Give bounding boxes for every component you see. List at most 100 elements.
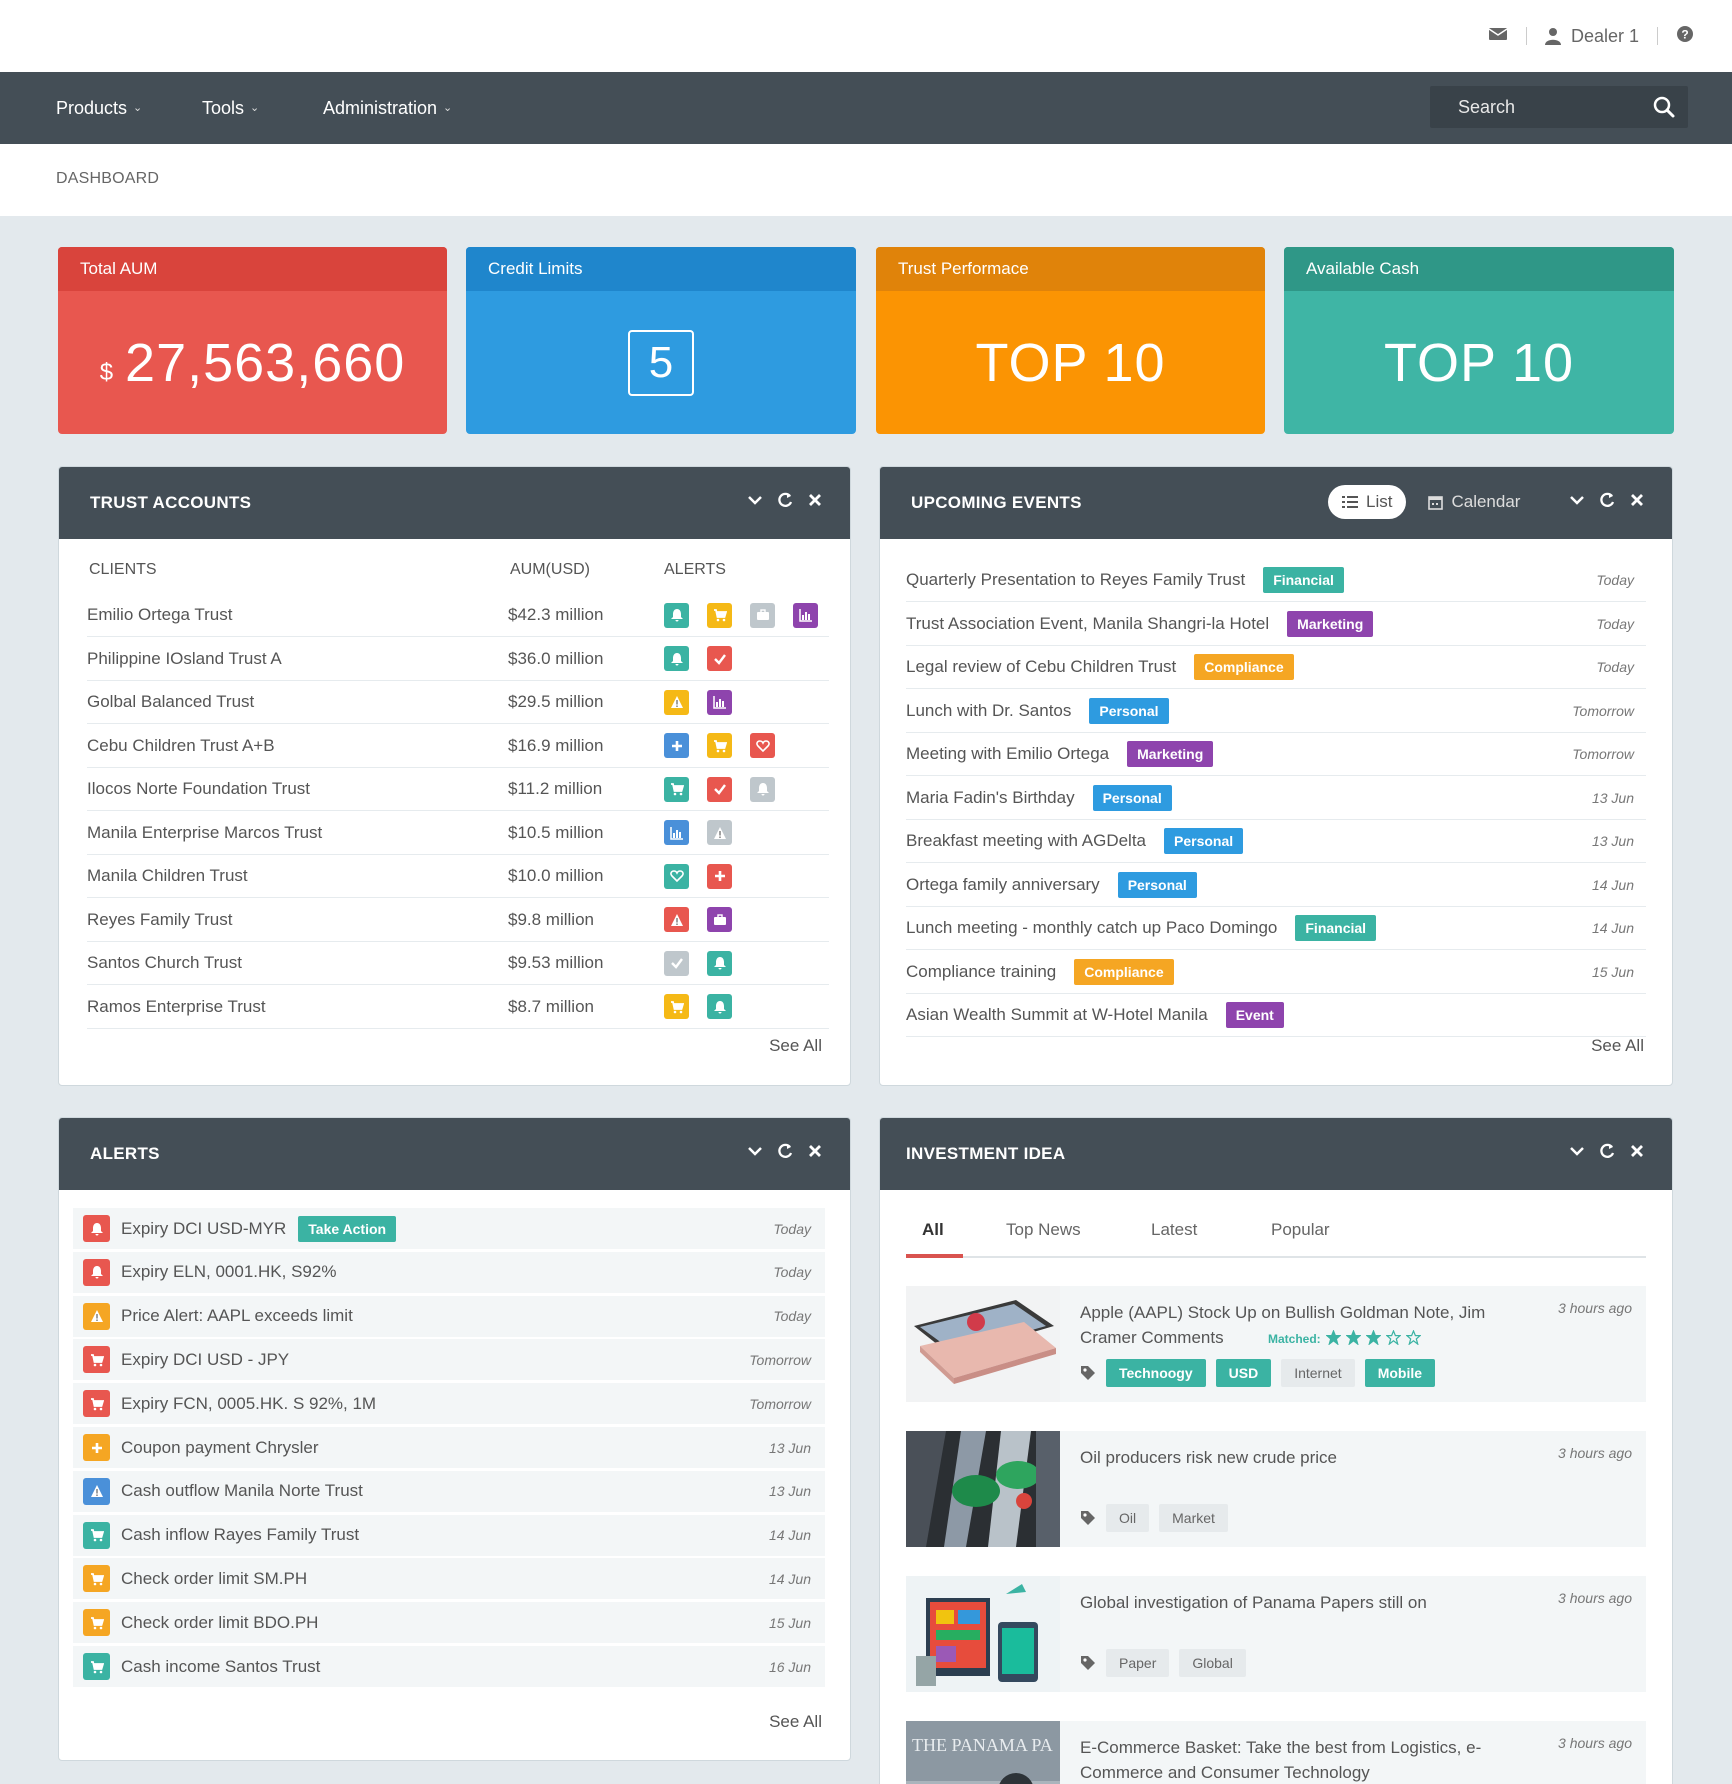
- client-name[interactable]: Reyes Family Trust: [87, 910, 232, 930]
- chart-icon[interactable]: [664, 820, 689, 845]
- tag-chip[interactable]: Oil: [1106, 1504, 1150, 1532]
- table-row[interactable]: Manila Enterprise Marcos Trust $10.5 mill…: [87, 812, 829, 855]
- table-row[interactable]: Ilocos Norte Foundation Trust $11.2 milli…: [87, 768, 829, 811]
- heart-icon[interactable]: [750, 733, 775, 758]
- tag-chip[interactable]: Paper: [1106, 1649, 1170, 1677]
- alert-row[interactable]: Coupon payment Chrysler 13 Jun: [73, 1427, 825, 1468]
- event-row[interactable]: Ortega family anniversary Personal 14 Jun: [906, 864, 1646, 907]
- table-row[interactable]: Reyes Family Trust $9.8 million: [87, 899, 829, 942]
- calendar-view-button[interactable]: Calendar: [1414, 485, 1534, 519]
- collapse-icon[interactable]: [1568, 491, 1586, 509]
- alert-row[interactable]: Cash inflow Rayes Family Trust 14 Jun: [73, 1514, 825, 1556]
- alert-row[interactable]: Price Alert: AAPL exceeds limit Today: [73, 1295, 825, 1337]
- nav-tools[interactable]: Tools ⌄: [202, 72, 259, 144]
- news-item[interactable]: Apple (AAPL) Stock Up on Bullish Goldman…: [906, 1286, 1646, 1402]
- table-row[interactable]: Golbal Balanced Trust $29.5 million: [87, 681, 829, 724]
- event-tag[interactable]: Personal: [1089, 697, 1169, 724]
- alert-row[interactable]: Expiry ELN, 0001.HK, S92% Today: [73, 1251, 825, 1293]
- event-tag[interactable]: Personal: [1117, 871, 1197, 898]
- close-icon[interactable]: [1628, 1142, 1646, 1160]
- event-title[interactable]: Quarterly Presentation to Reyes Family T…: [906, 570, 1245, 590]
- stat-card-total-aum[interactable]: Total AUM $ 27,563,660: [58, 247, 447, 434]
- tag-chip[interactable]: USD: [1215, 1359, 1272, 1387]
- collapse-icon[interactable]: [1568, 1142, 1586, 1160]
- mail-icon[interactable]: [1488, 26, 1508, 47]
- nav-products[interactable]: Products ⌄: [56, 72, 142, 144]
- event-tag[interactable]: Personal: [1092, 784, 1172, 811]
- tab-popular[interactable]: Popular: [1271, 1220, 1330, 1240]
- client-name[interactable]: Manila Enterprise Marcos Trust: [87, 823, 322, 843]
- news-item[interactable]: THE PANAMA PA E-Commerce Basket: Take th…: [906, 1721, 1646, 1784]
- event-row[interactable]: Legal review of Cebu Children Trust Compl…: [906, 646, 1646, 689]
- close-icon[interactable]: [806, 491, 824, 509]
- table-row[interactable]: Manila Children Trust $10.0 million: [87, 855, 829, 898]
- briefcase-icon[interactable]: [707, 907, 732, 932]
- close-icon[interactable]: [806, 1142, 824, 1160]
- event-title[interactable]: Trust Association Event, Manila Shangri-…: [906, 614, 1269, 634]
- event-title[interactable]: Compliance training: [906, 962, 1056, 982]
- cart-icon[interactable]: [707, 733, 732, 758]
- event-title[interactable]: Breakfast meeting with AGDelta: [906, 831, 1146, 851]
- client-name[interactable]: Golbal Balanced Trust: [87, 692, 254, 712]
- event-tag[interactable]: Financial: [1295, 915, 1377, 941]
- alert-row[interactable]: Expiry DCI USD - JPY Tomorrow: [73, 1339, 825, 1381]
- chart-icon[interactable]: [707, 689, 732, 715]
- refresh-icon[interactable]: [776, 1142, 794, 1160]
- table-row[interactable]: Cebu Children Trust A+B $16.9 million: [87, 725, 829, 768]
- check-icon[interactable]: [707, 646, 732, 671]
- collapse-icon[interactable]: [746, 491, 764, 509]
- stat-card-trust-performance[interactable]: Trust Performace TOP 10: [876, 247, 1265, 434]
- check-icon[interactable]: [664, 950, 689, 976]
- table-row[interactable]: Emilio Ortega Trust $42.3 million: [87, 594, 829, 637]
- event-title[interactable]: Lunch with Dr. Santos: [906, 701, 1071, 721]
- plus-icon[interactable]: [664, 733, 689, 758]
- cart-icon[interactable]: [707, 602, 732, 628]
- client-name[interactable]: Manila Children Trust: [87, 866, 248, 886]
- client-name[interactable]: Ramos Enterprise Trust: [87, 997, 266, 1017]
- check-icon[interactable]: [707, 776, 732, 802]
- bell-icon[interactable]: [664, 646, 689, 671]
- event-tag[interactable]: Personal: [1164, 828, 1244, 854]
- take-action-button[interactable]: Take Action: [298, 1215, 397, 1242]
- bell-icon[interactable]: [707, 950, 732, 976]
- event-row[interactable]: Lunch with Dr. Santos Personal Tomorrow: [906, 690, 1646, 733]
- heart-icon[interactable]: [664, 863, 689, 889]
- see-all-link[interactable]: See All: [769, 1712, 822, 1732]
- event-tag[interactable]: Marketing: [1287, 610, 1374, 637]
- table-row[interactable]: Philippine IOsland Trust A $36.0 million: [87, 638, 829, 681]
- news-item[interactable]: Oil producers risk new crude price 3 hou…: [906, 1431, 1646, 1547]
- table-row[interactable]: Santos Church Trust $9.53 million: [87, 942, 829, 985]
- alert-row[interactable]: Check order limit SM.PH 14 Jun: [73, 1558, 825, 1600]
- event-tag[interactable]: Financial: [1263, 567, 1344, 593]
- list-view-button[interactable]: List: [1328, 485, 1407, 519]
- collapse-icon[interactable]: [746, 1142, 764, 1160]
- search-icon[interactable]: [1652, 95, 1676, 119]
- chart-icon[interactable]: [793, 602, 818, 628]
- nav-administration[interactable]: Administration ⌄: [323, 72, 452, 144]
- cart-icon[interactable]: [664, 994, 689, 1019]
- client-name[interactable]: Philippine IOsland Trust A: [87, 649, 282, 669]
- alert-row[interactable]: Cash income Santos Trust 16 Jun: [73, 1646, 825, 1687]
- bell-icon[interactable]: [707, 994, 732, 1019]
- event-tag[interactable]: Event: [1225, 1002, 1284, 1028]
- event-title[interactable]: Ortega family anniversary: [906, 875, 1100, 895]
- event-tag[interactable]: Compliance: [1074, 958, 1174, 985]
- news-item[interactable]: Global investigation of Panama Papers st…: [906, 1576, 1646, 1692]
- table-row[interactable]: Ramos Enterprise Trust $8.7 million: [87, 986, 829, 1029]
- plus-icon[interactable]: [707, 863, 732, 889]
- refresh-icon[interactable]: [776, 491, 794, 509]
- tag-chip[interactable]: Market: [1159, 1504, 1228, 1532]
- alert-row[interactable]: Expiry FCN, 0005.HK. S 92%, 1M Tomorrow: [73, 1383, 825, 1425]
- event-title[interactable]: Maria Fadin's Birthday: [906, 788, 1075, 808]
- event-tag[interactable]: Marketing: [1127, 741, 1214, 767]
- warning-icon[interactable]: [664, 907, 689, 932]
- tag-chip[interactable]: Technoogy: [1106, 1359, 1206, 1387]
- tab-top-news[interactable]: Top News: [1006, 1220, 1081, 1240]
- see-all-link[interactable]: See All: [769, 1036, 822, 1056]
- cart-icon[interactable]: [664, 776, 689, 802]
- tab-all[interactable]: All: [922, 1220, 944, 1240]
- refresh-icon[interactable]: [1598, 1142, 1616, 1160]
- alert-row[interactable]: Check order limit BDO.PH 15 Jun: [73, 1602, 825, 1644]
- help-icon[interactable]: ?: [1676, 25, 1694, 48]
- alert-row[interactable]: Expiry DCI USD-MYR Take Action Today: [73, 1208, 825, 1249]
